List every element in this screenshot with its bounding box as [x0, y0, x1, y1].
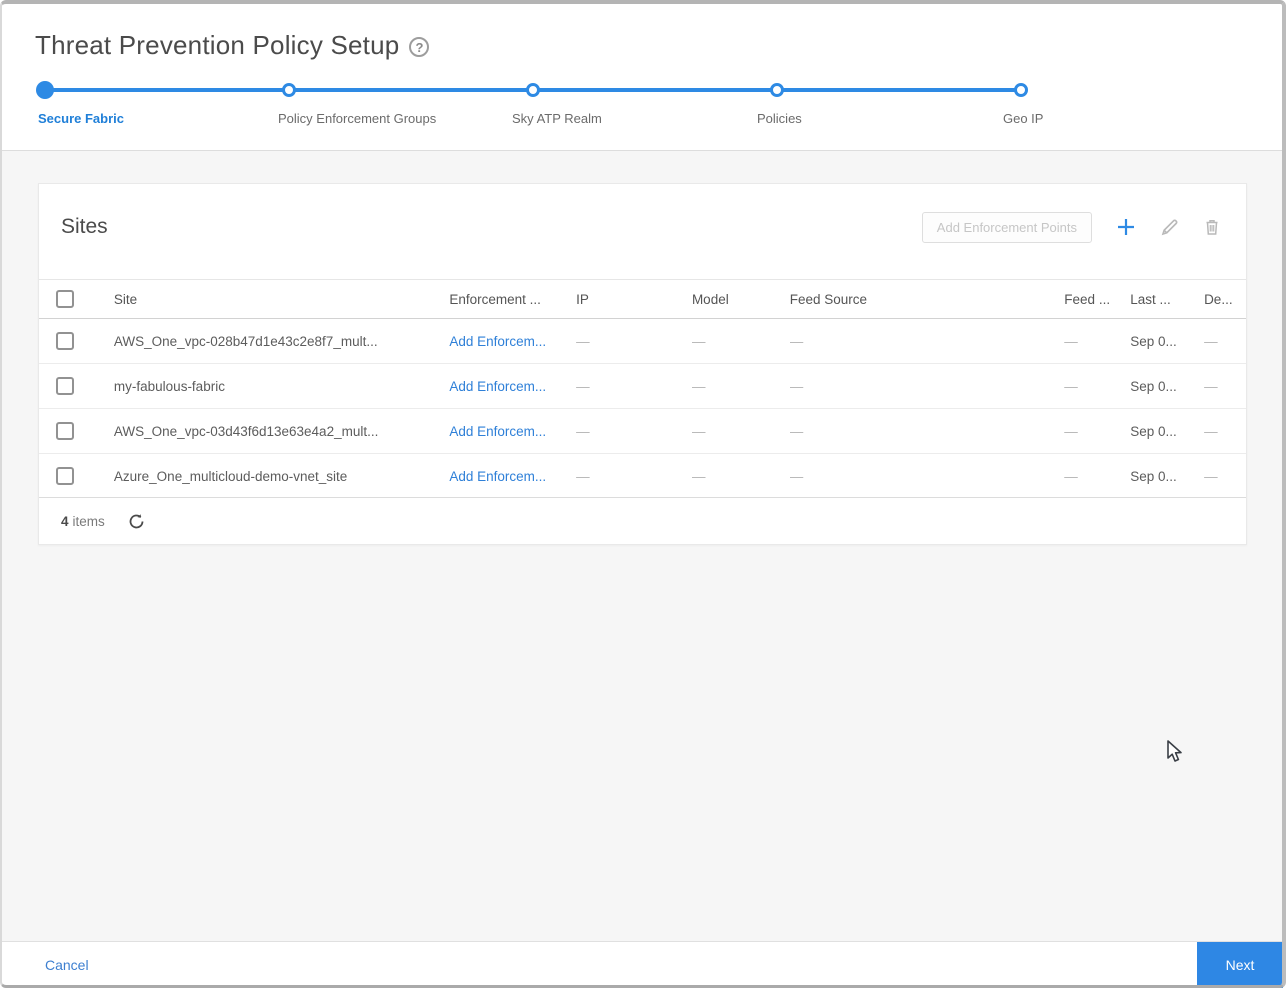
sites-panel: Sites Add Enforcement Points Site Enforc… [38, 183, 1247, 545]
column-header-site[interactable]: Site [114, 292, 449, 307]
step-label-policy-enforcement-groups[interactable]: Policy Enforcement Groups [278, 111, 436, 126]
description-value: — [1204, 333, 1218, 349]
description-value: — [1204, 423, 1218, 439]
item-count-label: items [72, 513, 105, 529]
step-dot-geo-ip[interactable] [1014, 83, 1028, 97]
site-name: AWS_One_vpc-03d43f6d13e63e4a2_mult... [113, 423, 379, 439]
ip-value: — [576, 333, 590, 349]
feed-value: — [1064, 333, 1078, 349]
feed-source-value: — [789, 468, 804, 484]
feed-value: — [1064, 423, 1078, 439]
site-name: Azure_One_multicloud-demo-vnet_site [113, 468, 348, 484]
page-header: Threat Prevention Policy Setup ? [35, 30, 430, 61]
feed-source-value: — [789, 423, 804, 439]
row-checkbox[interactable] [39, 422, 114, 440]
column-header-last[interactable]: Last ... [1130, 292, 1204, 307]
last-updated-value: Sep 0... [1130, 378, 1177, 394]
add-icon[interactable] [1114, 215, 1138, 239]
edit-icon[interactable] [1160, 217, 1180, 237]
wizard-action-bar: Cancel Next [0, 941, 1286, 988]
feed-value: — [1064, 378, 1078, 394]
step-dot-sky-atp-realm[interactable] [526, 83, 540, 97]
ip-value: — [576, 378, 590, 394]
item-count: 4 items [61, 514, 105, 529]
row-checkbox[interactable] [39, 332, 114, 350]
threat-prevention-policy-setup-page: Threat Prevention Policy Setup ? Secure … [0, 0, 1286, 988]
feed-source-value: — [789, 378, 804, 394]
refresh-icon[interactable] [127, 512, 146, 531]
description-value: — [1204, 378, 1218, 394]
item-count-number: 4 [61, 513, 69, 529]
description-value: — [1204, 468, 1218, 484]
model-value: — [691, 423, 706, 439]
site-name: my-fabulous-fabric [113, 378, 225, 394]
step-label-geo-ip[interactable]: Geo IP [1003, 111, 1043, 126]
sites-table: Site Enforcement ... IP Model Feed Sourc… [39, 279, 1246, 499]
table-row: my-fabulous-fabric Add Enforcem... — — —… [39, 364, 1246, 409]
last-updated-value: Sep 0... [1130, 468, 1177, 484]
table-row: AWS_One_vpc-03d43f6d13e63e4a2_mult... Ad… [39, 409, 1246, 454]
step-label-secure-fabric[interactable]: Secure Fabric [38, 111, 124, 126]
ip-value: — [576, 423, 590, 439]
model-value: — [691, 333, 706, 349]
table-row: Azure_One_multicloud-demo-vnet_site Add … [39, 454, 1246, 499]
column-header-enforcement[interactable]: Enforcement ... [449, 292, 576, 307]
table-header-row: Site Enforcement ... IP Model Feed Sourc… [39, 279, 1246, 319]
next-button[interactable]: Next [1197, 942, 1283, 988]
step-dot-policies[interactable] [770, 83, 784, 97]
ip-value: — [576, 468, 590, 484]
add-enforcement-link[interactable]: Add Enforcem... [449, 424, 546, 439]
row-checkbox[interactable] [39, 467, 114, 485]
sites-panel-title: Sites [61, 215, 108, 238]
cancel-button[interactable]: Cancel [45, 957, 89, 973]
model-value: — [691, 378, 706, 394]
wizard-stepper: Secure Fabric Policy Enforcement Groups … [0, 75, 1286, 135]
add-enforcement-points-button[interactable]: Add Enforcement Points [921, 211, 1092, 243]
help-icon[interactable]: ? [409, 37, 430, 57]
column-header-ip[interactable]: IP [576, 292, 692, 307]
step-label-sky-atp-realm[interactable]: Sky ATP Realm [512, 111, 602, 126]
row-checkbox[interactable] [39, 377, 114, 395]
delete-icon[interactable] [1202, 217, 1222, 237]
column-header-model[interactable]: Model [692, 292, 790, 307]
select-all-checkbox[interactable] [39, 290, 114, 308]
column-header-feed[interactable]: Feed ... [1064, 292, 1130, 307]
column-header-de[interactable]: De... [1204, 292, 1246, 307]
column-header-feed-source[interactable]: Feed Source [790, 292, 1065, 307]
add-enforcement-link[interactable]: Add Enforcem... [449, 334, 546, 349]
page-title: Threat Prevention Policy Setup [35, 30, 400, 60]
table-row: AWS_One_vpc-028b47d1e43c2e8f7_mult... Ad… [39, 319, 1246, 364]
feed-source-value: — [789, 333, 804, 349]
sites-toolbar: Add Enforcement Points [921, 211, 1222, 243]
sites-panel-header: Sites Add Enforcement Points [39, 184, 1246, 252]
feed-value: — [1064, 468, 1078, 484]
step-dot-secure-fabric[interactable] [36, 81, 54, 99]
add-enforcement-link[interactable]: Add Enforcem... [449, 469, 546, 484]
step-label-policies[interactable]: Policies [757, 111, 802, 126]
model-value: — [691, 468, 706, 484]
table-footer: 4 items [39, 497, 1246, 544]
step-dot-policy-enforcement-groups[interactable] [282, 83, 296, 97]
site-name: AWS_One_vpc-028b47d1e43c2e8f7_mult... [113, 333, 378, 349]
add-enforcement-link[interactable]: Add Enforcem... [449, 379, 546, 394]
last-updated-value: Sep 0... [1130, 423, 1177, 439]
last-updated-value: Sep 0... [1130, 333, 1177, 349]
